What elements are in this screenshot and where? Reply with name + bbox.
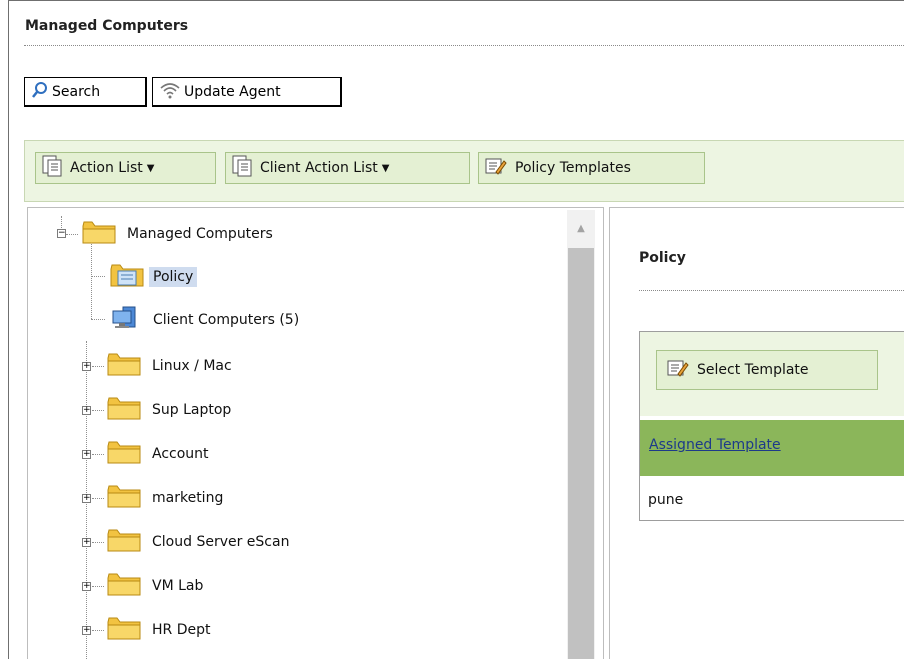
tree-line (92, 454, 104, 455)
folder-icon (106, 483, 142, 513)
expand-icon[interactable]: + (82, 362, 91, 371)
folder-icon (106, 571, 142, 601)
search-icon (31, 81, 52, 103)
tree-node-group[interactable]: + Linux / Mac (80, 353, 236, 379)
expand-icon[interactable]: + (82, 494, 91, 503)
policy-panel-title: Policy (639, 250, 686, 266)
tree-node-label: Cloud Server eScan (152, 534, 290, 550)
search-button-label: Search (52, 83, 101, 100)
policy-templates-label: Policy Templates (515, 160, 631, 176)
document-list-icon (42, 155, 62, 181)
search-button[interactable]: Search (24, 77, 147, 107)
tree-line (92, 366, 104, 367)
expand-icon[interactable]: + (82, 406, 91, 415)
chevron-down-icon: ▼ (381, 162, 390, 174)
folder-icon (81, 219, 117, 249)
client-action-list-label: Client Action List (260, 160, 378, 176)
edit-document-icon (667, 359, 689, 381)
update-agent-button-label: Update Agent (184, 83, 281, 100)
window-border-left (8, 0, 9, 659)
tree-line (92, 410, 104, 411)
tree-node-label: HR Dept (152, 622, 211, 638)
client-action-list-dropdown[interactable]: Client Action List ▼ (225, 152, 470, 184)
expand-icon[interactable]: + (82, 626, 91, 635)
title-divider (24, 45, 904, 46)
collapse-icon[interactable]: − (57, 229, 66, 238)
assigned-template-value: pune (648, 492, 684, 508)
page-title: Managed Computers (25, 18, 189, 34)
tree-node-policy[interactable]: Policy (109, 262, 198, 292)
window-border-top (8, 0, 904, 1)
tree-node-label: marketing (152, 490, 224, 506)
policy-title-divider (639, 290, 904, 291)
select-template-button[interactable]: Select Template (656, 350, 878, 390)
action-list-label: Action List (70, 160, 143, 176)
tree-node-label: Policy (149, 267, 198, 287)
tree-line (92, 542, 104, 543)
tree-node-group[interactable]: + Sup Laptop (80, 397, 235, 423)
tree-node-label: Sup Laptop (152, 402, 232, 418)
tree-node-managed-computers[interactable]: − Managed Computers (54, 221, 277, 247)
folder-icon (106, 351, 142, 381)
tree-node-group[interactable]: + HR Dept (80, 617, 214, 643)
tree-node-label: Linux / Mac (152, 358, 232, 374)
chevron-down-icon: ▼ (146, 162, 155, 174)
folder-icon (106, 439, 142, 469)
policy-templates-button[interactable]: Policy Templates (478, 152, 705, 184)
tree-node-group[interactable]: + VM Lab (80, 573, 207, 599)
computer-icon (109, 305, 145, 335)
select-template-label: Select Template (697, 362, 809, 378)
document-list-icon (232, 155, 252, 181)
tree-node-group[interactable]: + Cloud Server eScan (80, 529, 293, 555)
tree-node-label: VM Lab (152, 578, 204, 594)
tree-node-group[interactable]: + Account (80, 441, 213, 467)
action-toolbar: Action List ▼ Client Action List ▼ Polic… (24, 140, 904, 202)
assigned-template-header: Assigned Template (640, 420, 904, 476)
tree-scrollbar-thumb[interactable] (568, 248, 594, 659)
tree-line (91, 276, 105, 277)
expand-icon[interactable]: + (82, 450, 91, 459)
action-list-dropdown[interactable]: Action List ▼ (35, 152, 216, 184)
policy-icon (109, 262, 145, 292)
tree-node-group[interactable]: + marketing (80, 485, 227, 511)
tree-node-label: Managed Computers (127, 226, 273, 242)
scroll-up-arrow-icon[interactable]: ▲ (567, 210, 595, 246)
tree-line (92, 630, 104, 631)
update-agent-button[interactable]: Update Agent (152, 77, 342, 107)
expand-icon[interactable]: + (82, 538, 91, 547)
folder-icon (106, 527, 142, 557)
tree-line (92, 586, 104, 587)
expand-icon[interactable]: + (82, 582, 91, 591)
folder-icon (106, 395, 142, 425)
folder-icon (106, 615, 142, 645)
tree-node-label: Account (152, 446, 209, 462)
tree-node-client-computers[interactable]: Client Computers (5) (109, 305, 303, 335)
edit-document-icon (485, 157, 507, 179)
tree-line (91, 319, 105, 320)
tree-node-label: Client Computers (5) (153, 312, 300, 328)
wifi-icon (159, 81, 184, 103)
tree-line (92, 498, 104, 499)
assigned-template-sort-link[interactable]: Assigned Template (649, 437, 781, 453)
